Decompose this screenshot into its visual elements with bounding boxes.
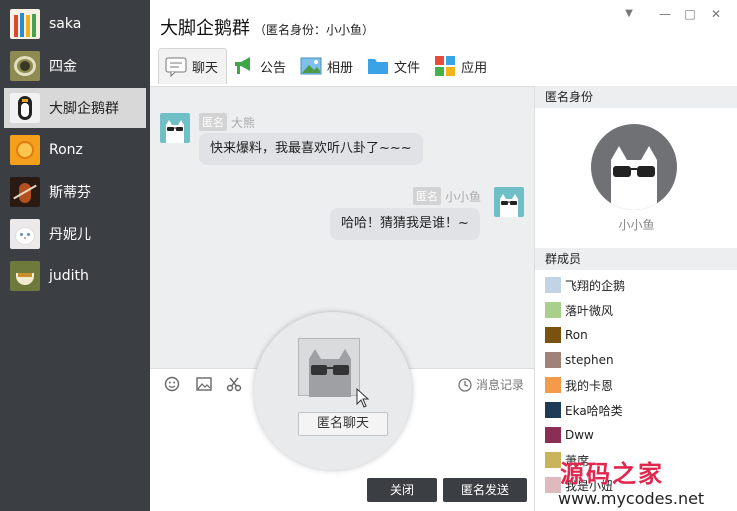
- member-item[interactable]: 飞翔的企鹅: [545, 276, 625, 294]
- tab-files[interactable]: 文件: [361, 48, 428, 84]
- tab-apps[interactable]: 应用: [428, 48, 495, 84]
- contact-name: 大脚企鹅群: [49, 101, 119, 117]
- member-item[interactable]: Ron: [545, 326, 588, 344]
- contact-name: 斯蒂芬: [49, 185, 91, 201]
- anon-chat-popup: 匿名聊天: [254, 312, 412, 470]
- coiled-avatar-icon: [10, 51, 40, 81]
- member-item[interactable]: 我的卡恩: [545, 376, 613, 394]
- anon-cat-avatar-icon: [494, 187, 524, 217]
- contact-name: 丹妮儿: [49, 227, 91, 243]
- anon-identity-name: 小小鱼: [618, 218, 655, 232]
- emoji-icon[interactable]: [164, 376, 180, 392]
- page-title: 大脚企鹅群 （匿名身份：小小鱼）: [160, 14, 374, 40]
- sender-name: 大熊: [231, 115, 256, 130]
- white-cat-avatar-icon: [10, 219, 40, 249]
- message-bubble: 快来爆料，我最喜欢听八卦了~~~: [199, 133, 423, 165]
- clock-icon: [458, 377, 472, 392]
- member-item[interactable]: 落叶微风: [545, 301, 613, 319]
- watermark: 源码之家 www.mycodes.net: [558, 454, 737, 508]
- sender-name: 小小鱼: [445, 189, 482, 204]
- scissors-icon[interactable]: [226, 376, 242, 392]
- member-item[interactable]: stephen: [545, 351, 614, 369]
- anon-tag: 匿名: [199, 113, 227, 131]
- history-label: 消息记录: [476, 378, 525, 392]
- anon-cat-avatar-icon: [160, 113, 190, 143]
- member-name: 飞翔的企鹅: [565, 278, 626, 293]
- penguin-avatar-icon: [10, 93, 40, 123]
- contact-sidebar: saka 四金 大脚企鹅群 Ronz 斯蒂芬 丹妮儿 judith: [0, 0, 150, 511]
- orange-avatar-icon: [10, 135, 40, 165]
- megaphone-icon: [233, 56, 255, 76]
- member-avatar: [545, 327, 561, 343]
- member-avatar: [545, 277, 561, 293]
- member-avatar: [545, 452, 561, 468]
- close-icon[interactable]: ✕: [708, 6, 724, 22]
- contact-item-judith[interactable]: judith: [4, 256, 146, 296]
- member-avatar: [545, 402, 561, 418]
- member-item[interactable]: Eka哈哈类: [545, 401, 623, 419]
- message-meta: 匿名 大熊: [199, 113, 255, 131]
- image-icon[interactable]: [196, 376, 212, 392]
- anon-tag: 匿名: [413, 187, 441, 205]
- member-name: 落叶微风: [565, 303, 614, 318]
- chat-window: 大脚企鹅群 （匿名身份：小小鱼） ▼ — □ ✕ 聊天 公告 相册 文件 应用 …: [150, 0, 737, 511]
- violin-avatar-icon: [10, 177, 40, 207]
- contact-item-group[interactable]: 大脚企鹅群: [4, 88, 146, 128]
- message-meta: 匿名 小小鱼: [413, 187, 481, 205]
- cursor-icon: [356, 387, 370, 412]
- history-button[interactable]: 消息记录: [458, 376, 524, 393]
- minimize-icon[interactable]: —: [657, 6, 673, 22]
- right-panel: 匿名身份 小小鱼 群成员 飞翔的企鹅 落叶微风 Ron stephen 我的卡恩…: [534, 86, 737, 511]
- close-button[interactable]: 关闭: [367, 478, 437, 502]
- anon-mask-icon[interactable]: [298, 338, 360, 397]
- member-name: 我的卡恩: [565, 378, 614, 393]
- member-name: Ron: [565, 328, 588, 342]
- tab-announcement[interactable]: 公告: [227, 48, 294, 84]
- message-bubble: 哈哈！猜猜我是谁！~: [330, 208, 480, 240]
- anon-chat-button[interactable]: 匿名聊天: [298, 412, 388, 436]
- watermark-url: www.mycodes.net: [558, 489, 705, 508]
- members-header: 群成员: [535, 248, 737, 270]
- member-name: Dww: [565, 428, 594, 442]
- member-item[interactable]: Dww: [545, 426, 594, 444]
- dropdown-icon[interactable]: ▼: [621, 6, 637, 22]
- group-name: 大脚企鹅群: [160, 18, 250, 39]
- member-avatar: [545, 427, 561, 443]
- member-avatar: [545, 377, 561, 393]
- anon-send-button[interactable]: 匿名发送: [443, 478, 527, 502]
- contact-item-sijin[interactable]: 四金: [4, 46, 146, 86]
- contact-item-saka[interactable]: saka: [4, 4, 146, 44]
- tab-album[interactable]: 相册: [294, 48, 361, 84]
- tab-label: 聊天: [192, 61, 219, 76]
- member-name: stephen: [565, 353, 614, 367]
- apps-icon: [434, 56, 456, 76]
- chat-icon: [165, 57, 187, 77]
- pencils-avatar-icon: [10, 9, 40, 39]
- anon-identity-subtitle: （匿名身份：小小鱼）: [254, 23, 375, 37]
- photo-icon: [300, 56, 322, 76]
- watermark-title: 源码之家: [560, 460, 664, 488]
- folder-icon: [367, 56, 389, 76]
- tab-label: 相册: [327, 60, 354, 76]
- member-avatar: [545, 352, 561, 368]
- anon-cat-avatar-icon: [591, 124, 677, 210]
- tab-bar: 聊天 公告 相册 文件 应用: [158, 48, 495, 84]
- member-name: Eka哈哈类: [565, 403, 623, 418]
- contact-name: saka: [49, 16, 82, 32]
- contact-name: judith: [49, 268, 89, 284]
- contact-item-danier[interactable]: 丹妮儿: [4, 214, 146, 254]
- member-avatar: [545, 302, 561, 318]
- tab-label: 应用: [461, 60, 488, 76]
- contact-item-stephen[interactable]: 斯蒂芬: [4, 172, 146, 212]
- tab-label: 文件: [394, 60, 421, 76]
- tab-chat[interactable]: 聊天: [158, 48, 228, 84]
- tea-avatar-icon: [10, 261, 40, 291]
- maximize-icon[interactable]: □: [682, 6, 698, 22]
- contact-name: 四金: [49, 59, 77, 75]
- tab-label: 公告: [260, 60, 287, 76]
- anon-identity-header: 匿名身份: [535, 86, 737, 108]
- contact-name: Ronz: [49, 142, 83, 158]
- contact-item-ronz[interactable]: Ronz: [4, 130, 146, 170]
